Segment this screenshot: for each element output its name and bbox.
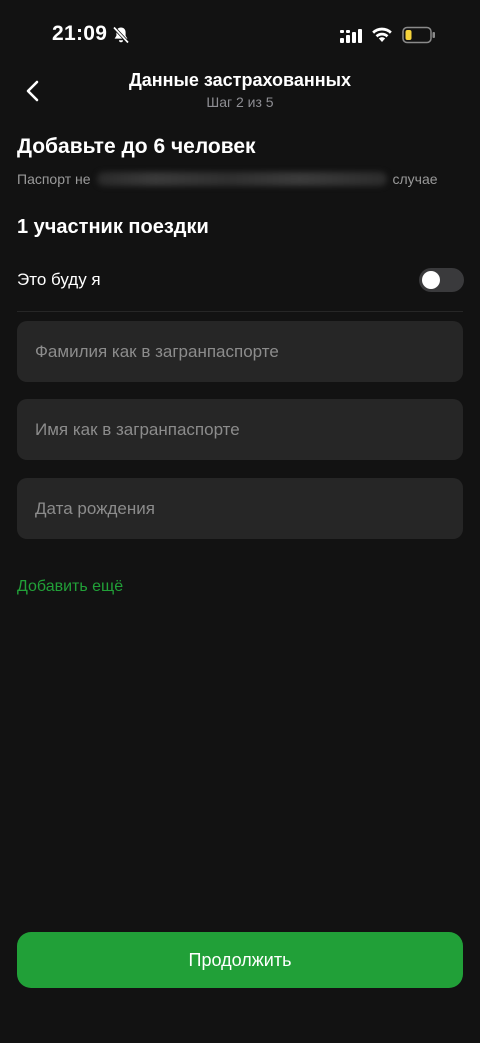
passport-note-start: Паспорт не [17,171,91,187]
bell-slash-icon [112,26,130,44]
wifi-icon [372,27,392,42]
divider [17,311,463,312]
surname-field[interactable] [17,321,463,382]
step-indicator: Шаг 2 из 5 [206,94,274,110]
self-toggle[interactable] [419,268,464,292]
add-more-link[interactable]: Добавить ещё [17,578,123,596]
name-field[interactable] [17,399,463,460]
cellular-signal-icon [340,29,362,43]
blurred-text [96,172,387,186]
status-bar: 21:09 [0,0,480,70]
participant-title: 1 участник поездки [17,216,209,238]
section-heading: Добавьте до 6 человек [17,135,256,158]
toggle-knob [422,271,440,289]
status-time: 21:09 [52,22,108,45]
battery-low-icon [402,26,435,44]
passport-note: Паспорт не случае [17,171,463,187]
page-title: Данные застрахованных [128,70,352,90]
continue-button[interactable]: Продолжить [17,932,463,988]
birthdate-field[interactable] [17,478,463,539]
passport-note-end: случае [392,171,438,187]
self-toggle-label: Это буду я [17,270,101,289]
